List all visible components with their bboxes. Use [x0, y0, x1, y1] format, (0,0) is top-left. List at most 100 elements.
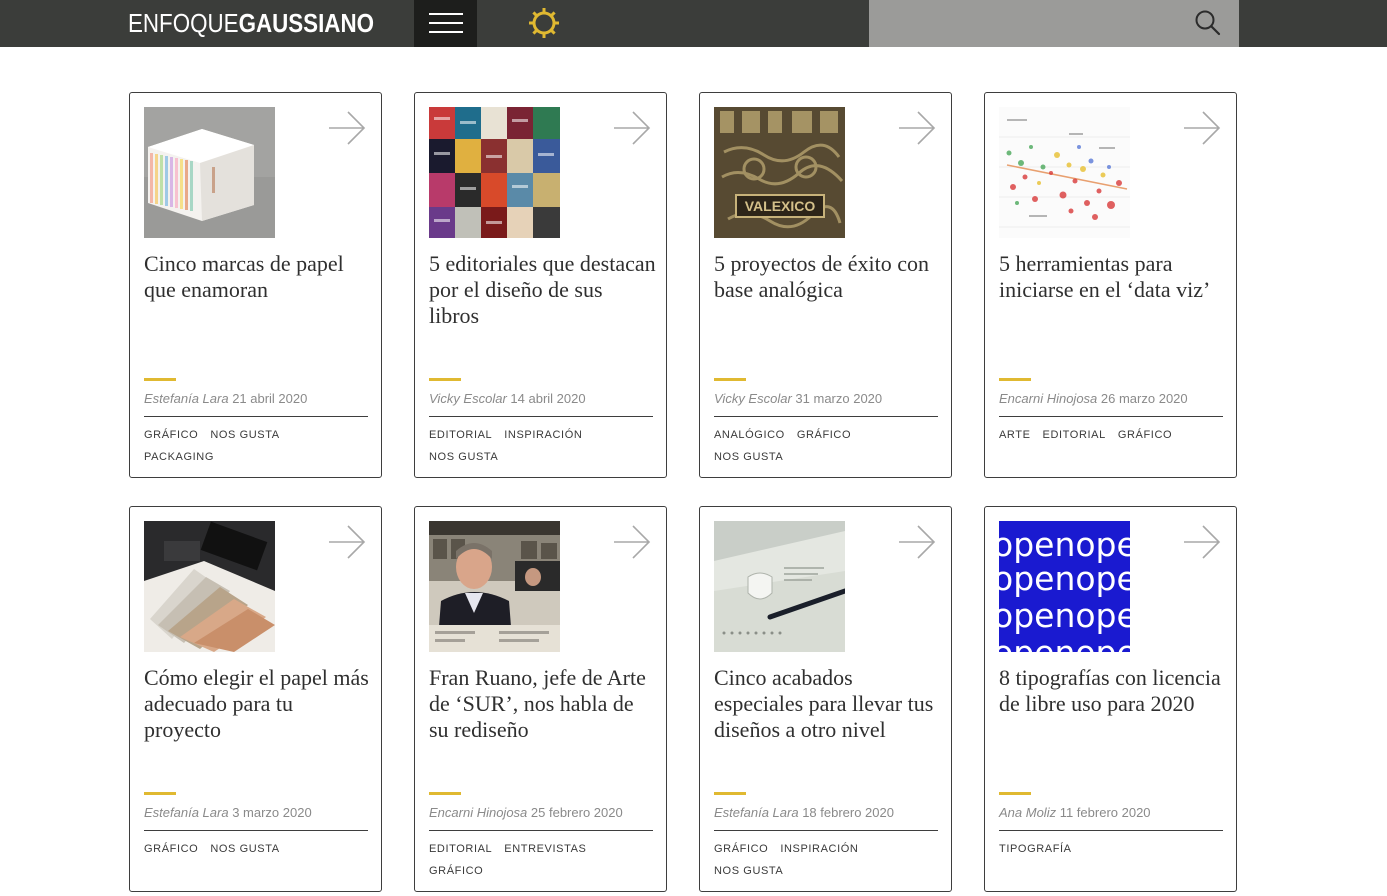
- arrow-right-icon[interactable]: [1183, 524, 1221, 565]
- menu-icon-line: [429, 31, 463, 33]
- tag-list: EDITORIAL ENTREVISTAS GRÁFICO: [429, 838, 657, 882]
- arrow-right-icon[interactable]: [613, 524, 651, 565]
- article-meta: Estefanía Lara 21 abril 2020: [144, 391, 307, 407]
- divider: [429, 830, 653, 831]
- article-thumbnail[interactable]: [714, 521, 845, 652]
- tag-link[interactable]: TIPOGRAFÍA: [999, 838, 1072, 860]
- site-logo[interactable]: ENFOQUEGAUSSIANO: [128, 8, 374, 38]
- tag-link[interactable]: GRÁFICO: [797, 424, 851, 446]
- divider: [429, 416, 653, 417]
- divider: [714, 830, 938, 831]
- tag-link[interactable]: EDITORIAL: [429, 838, 492, 860]
- tag-link[interactable]: ENTREVISTAS: [504, 838, 586, 860]
- accent-bar: [144, 792, 176, 795]
- article-thumbnail[interactable]: VALEXICO: [714, 107, 845, 238]
- article-title[interactable]: Cinco acabados especiales para llevar tu…: [714, 665, 942, 743]
- article-date: 21 abril 2020: [232, 391, 308, 406]
- article-card[interactable]: Cinco marcas de papel que enamoran Estef…: [129, 92, 382, 478]
- article-title[interactable]: Cómo elegir el papel más adecuado para t…: [144, 665, 372, 743]
- tag-link[interactable]: NOS GUSTA: [210, 838, 279, 860]
- tag-link[interactable]: NOS GUSTA: [429, 446, 498, 468]
- article-author: Ana Moliz: [999, 805, 1057, 820]
- arrow-right-icon[interactable]: [328, 524, 366, 565]
- article-meta: Estefanía Lara 3 marzo 2020: [144, 805, 312, 821]
- tag-link[interactable]: GRÁFICO: [144, 838, 198, 860]
- divider: [999, 830, 1223, 831]
- tag-link[interactable]: INSPIRACIÓN: [504, 424, 582, 446]
- search-bar: [869, 0, 1239, 47]
- article-date: 31 marzo 2020: [795, 391, 883, 406]
- menu-icon-line: [429, 13, 463, 15]
- article-thumbnail[interactable]: [999, 107, 1130, 238]
- thumb-type-sample: openope: [999, 633, 1130, 652]
- thumb-type-sample: openope: [999, 559, 1130, 598]
- divider: [144, 830, 368, 831]
- article-card[interactable]: Cinco acabados especiales para llevar tu…: [699, 506, 952, 892]
- article-date: 3 marzo 2020: [232, 805, 312, 820]
- search-input[interactable]: [869, 0, 1179, 47]
- accent-bar: [144, 378, 176, 381]
- article-card[interactable]: openope openope openope openope 8 tipogr…: [984, 506, 1237, 892]
- article-date: 14 abril 2020: [510, 391, 586, 406]
- tag-link[interactable]: PACKAGING: [144, 446, 214, 468]
- tag-link[interactable]: ARTE: [999, 424, 1031, 446]
- accent-bar: [714, 378, 746, 381]
- article-thumbnail[interactable]: openope openope openope openope: [999, 521, 1130, 652]
- article-thumbnail[interactable]: [429, 107, 560, 238]
- tag-link[interactable]: NOS GUSTA: [714, 860, 783, 882]
- menu-button[interactable]: [414, 0, 477, 47]
- sun-icon[interactable]: [528, 7, 560, 44]
- arrow-right-icon[interactable]: [1183, 110, 1221, 151]
- article-thumbnail[interactable]: [144, 521, 275, 652]
- tag-list: ARTE EDITORIAL GRÁFICO: [999, 424, 1227, 446]
- article-meta: Encarni Hinojosa 25 febrero 2020: [429, 805, 623, 821]
- tag-link[interactable]: EDITORIAL: [1043, 424, 1106, 446]
- tag-link[interactable]: ANALÓGICO: [714, 424, 785, 446]
- search-icon[interactable]: [1194, 9, 1222, 42]
- article-meta: Estefanía Lara 18 febrero 2020: [714, 805, 894, 821]
- accent-bar: [999, 378, 1031, 381]
- article-author: Estefanía Lara: [144, 391, 229, 406]
- top-navigation-bar: ENFOQUEGAUSSIANO: [0, 0, 1387, 47]
- article-thumbnail[interactable]: [429, 521, 560, 652]
- tag-list: TIPOGRAFÍA: [999, 838, 1227, 860]
- arrow-right-icon[interactable]: [898, 110, 936, 151]
- article-title[interactable]: 5 proyectos de éxito con base analógica: [714, 251, 942, 303]
- arrow-right-icon[interactable]: [328, 110, 366, 151]
- article-title[interactable]: 8 tipografías con licencia de libre uso …: [999, 665, 1227, 717]
- thumb-type-sample: openope: [999, 596, 1130, 635]
- article-date: 11 febrero 2020: [1059, 805, 1151, 820]
- article-author: Vicky Escolar: [429, 391, 507, 406]
- article-card[interactable]: 5 herramientas para iniciarse en el ‘dat…: [984, 92, 1237, 478]
- tag-link[interactable]: EDITORIAL: [429, 424, 492, 446]
- article-meta: Encarni Hinojosa 26 marzo 2020: [999, 391, 1188, 407]
- article-card[interactable]: 5 editoriales que destacan por el diseño…: [414, 92, 667, 478]
- article-card[interactable]: VALEXICO 5 proyectos de éxito con base a…: [699, 92, 952, 478]
- article-thumbnail[interactable]: [144, 107, 275, 238]
- tag-link[interactable]: GRÁFICO: [429, 860, 483, 882]
- tag-link[interactable]: NOS GUSTA: [714, 446, 783, 468]
- article-card[interactable]: Fran Ruano, jefe de Arte de ‘SUR’, nos h…: [414, 506, 667, 892]
- arrow-right-icon[interactable]: [898, 524, 936, 565]
- article-title[interactable]: 5 editoriales que destacan por el diseño…: [429, 251, 657, 329]
- article-title[interactable]: Fran Ruano, jefe de Arte de ‘SUR’, nos h…: [429, 665, 657, 743]
- stamp-text: VALEXICO: [745, 198, 816, 214]
- article-author: Encarni Hinojosa: [429, 805, 528, 820]
- tag-link[interactable]: GRÁFICO: [714, 838, 768, 860]
- tag-link[interactable]: NOS GUSTA: [210, 424, 279, 446]
- article-meta: Ana Moliz 11 febrero 2020: [999, 805, 1151, 821]
- article-title[interactable]: Cinco marcas de papel que enamoran: [144, 251, 372, 303]
- accent-bar: [429, 378, 461, 381]
- article-author: Vicky Escolar: [714, 391, 792, 406]
- tag-list: EDITORIAL INSPIRACIÓN NOS GUSTA: [429, 424, 657, 468]
- article-meta: Vicky Escolar 31 marzo 2020: [714, 391, 882, 407]
- tag-link[interactable]: GRÁFICO: [144, 424, 198, 446]
- tag-list: GRÁFICO NOS GUSTAPACKAGING: [144, 424, 372, 468]
- arrow-right-icon[interactable]: [613, 110, 651, 151]
- accent-bar: [714, 792, 746, 795]
- tag-link[interactable]: INSPIRACIÓN: [780, 838, 858, 860]
- article-author: Estefanía Lara: [714, 805, 799, 820]
- article-card[interactable]: Cómo elegir el papel más adecuado para t…: [129, 506, 382, 892]
- article-title[interactable]: 5 herramientas para iniciarse en el ‘dat…: [999, 251, 1227, 303]
- tag-link[interactable]: GRÁFICO: [1118, 424, 1172, 446]
